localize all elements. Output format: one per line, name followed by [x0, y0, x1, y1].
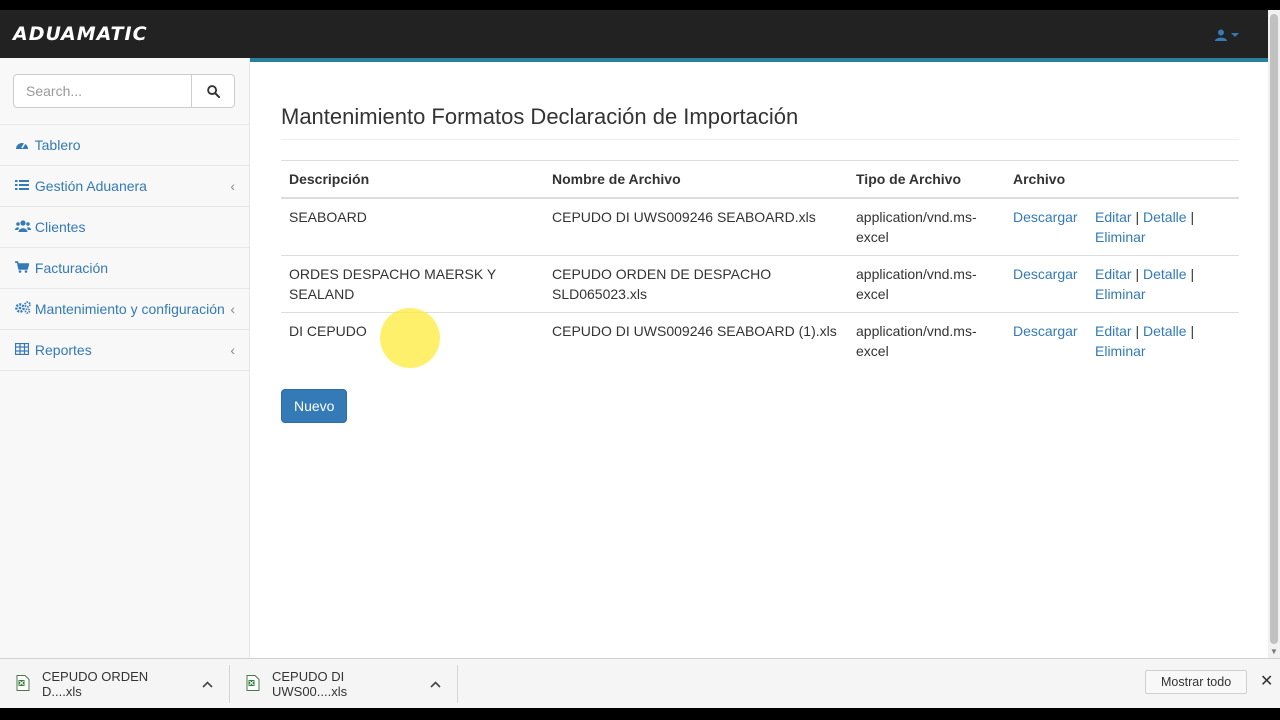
editar-link[interactable]: Editar	[1095, 209, 1132, 225]
sidebar-item-facturacion[interactable]: Facturación	[0, 248, 249, 289]
sidebar-item-reportes[interactable]: Reportes ‹	[0, 330, 249, 371]
cell-descripcion: ORDES DESPACHO MAERSK Y SEALAND	[281, 255, 544, 313]
column-header-archivo: Archivo	[1005, 160, 1087, 199]
cart-icon	[15, 258, 31, 278]
download-item[interactable]: CEPUDO DI UWS00....xls	[230, 665, 458, 703]
sidebar-item-label: Mantenimiento y configuración	[34, 301, 225, 317]
column-header-descripcion: Descripción	[281, 160, 544, 199]
cell-tipo: application/vnd.ms-excel	[848, 255, 1005, 313]
cell-archivo: Descargar	[1005, 197, 1087, 256]
download-filename: CEPUDO ORDEN D....xls	[42, 669, 149, 699]
new-button[interactable]: Nuevo	[281, 389, 348, 423]
excel-file-icon	[246, 674, 260, 694]
letterbox-top	[0, 0, 1280, 10]
action-separator: |	[1135, 266, 1140, 282]
brand-logo[interactable]: ADUAMATIC	[13, 22, 148, 46]
eliminar-link[interactable]: Eliminar	[1095, 229, 1146, 245]
scrollbar-thumb[interactable]	[1270, 14, 1278, 644]
search-input[interactable]	[13, 74, 192, 108]
cell-actions: Editar | Detalle | Eliminar	[1087, 312, 1239, 369]
search-icon	[206, 84, 220, 98]
list-icon	[15, 176, 31, 196]
column-header-tipo: Tipo de Archivo	[848, 160, 1005, 199]
main-content: Mantenimiento Formatos Declaración de Im…	[250, 62, 1268, 658]
eliminar-link[interactable]: Eliminar	[1095, 286, 1146, 302]
close-icon[interactable]: ✕	[1260, 671, 1273, 691]
editar-link[interactable]: Editar	[1095, 266, 1132, 282]
cogs-icon	[15, 299, 31, 319]
scroll-down-arrow-icon[interactable]: ▼	[1270, 647, 1278, 656]
detalle-link[interactable]: Detalle	[1143, 323, 1187, 339]
chevron-left-icon: ‹	[230, 178, 235, 194]
sidebar: Tablero Gestión Aduanera ‹ Clientes Fact…	[0, 58, 250, 658]
detalle-link[interactable]: Detalle	[1143, 209, 1187, 225]
cell-archivo: Descargar	[1005, 255, 1087, 313]
column-header-nombre: Nombre de Archivo	[544, 160, 848, 199]
download-filename: CEPUDO DI UWS00....xls	[272, 669, 348, 699]
cell-nombre: CEPUDO ORDEN DE DESPACHO SLD065023.xls	[544, 255, 848, 313]
downloads-bar: CEPUDO ORDEN D....xls CEPUDO DI UWS00...…	[0, 658, 1280, 708]
column-header-actions	[1087, 160, 1239, 199]
sidebar-item-tablero[interactable]: Tablero	[0, 125, 249, 166]
search-button[interactable]	[191, 74, 235, 108]
action-separator: |	[1190, 209, 1195, 225]
chevron-up-icon[interactable]	[430, 677, 441, 691]
action-separator: |	[1190, 323, 1195, 339]
table-row: SEABOARD CEPUDO DI UWS009246 SEABOARD.xl…	[281, 197, 1239, 256]
cell-descripcion: DI CEPUDO	[281, 312, 544, 369]
table-row: DI CEPUDO CEPUDO DI UWS009246 SEABOARD (…	[281, 312, 1239, 369]
cell-actions: Editar | Detalle | Eliminar	[1087, 197, 1239, 256]
user-icon	[1214, 29, 1227, 41]
title-divider	[281, 139, 1239, 140]
download-item[interactable]: CEPUDO ORDEN D....xls	[0, 665, 230, 703]
sidebar-item-label: Reportes	[34, 342, 92, 358]
chevron-left-icon: ‹	[230, 342, 235, 358]
show-all-downloads-button[interactable]: Mostrar todo	[1145, 670, 1248, 694]
user-menu[interactable]	[1214, 24, 1240, 44]
cell-descripcion: SEABOARD	[281, 197, 544, 256]
users-icon	[15, 217, 31, 237]
sidebar-item-gestion-aduanera[interactable]: Gestión Aduanera ‹	[0, 166, 249, 207]
top-navbar: ADUAMATIC	[0, 10, 1268, 58]
sidebar-item-label: Clientes	[34, 219, 86, 235]
excel-file-icon	[16, 674, 30, 694]
letterbox-bottom	[0, 708, 1280, 720]
sidebar-item-label: Facturación	[34, 260, 109, 276]
action-separator: |	[1135, 323, 1140, 339]
dashboard-icon	[15, 135, 31, 155]
chevron-left-icon: ‹	[230, 301, 235, 317]
sidebar-menu: Tablero Gestión Aduanera ‹ Clientes Fact…	[0, 124, 249, 371]
table-icon	[14, 340, 31, 360]
table-row: ORDES DESPACHO MAERSK Y SEALAND CEPUDO O…	[281, 255, 1239, 313]
cell-archivo: Descargar	[1005, 312, 1087, 369]
cell-tipo: application/vnd.ms-excel	[848, 312, 1005, 369]
action-separator: |	[1190, 266, 1195, 282]
formats-table: Descripción Nombre de Archivo Tipo de Ar…	[281, 160, 1239, 369]
page-title: Mantenimiento Formatos Declaración de Im…	[281, 104, 799, 129]
descargar-link[interactable]: Descargar	[1013, 266, 1078, 282]
sidebar-item-clientes[interactable]: Clientes	[0, 207, 249, 248]
cell-nombre: CEPUDO DI UWS009246 SEABOARD.xls	[544, 197, 848, 256]
search-group	[13, 74, 235, 108]
cell-nombre: CEPUDO DI UWS009246 SEABOARD (1).xls	[544, 312, 848, 369]
cell-tipo: application/vnd.ms-excel	[848, 197, 1005, 256]
caret-down-icon	[1231, 32, 1239, 37]
detalle-link[interactable]: Detalle	[1143, 266, 1187, 282]
vertical-scrollbar[interactable]: ▼	[1268, 10, 1280, 658]
sidebar-item-mantenimiento[interactable]: Mantenimiento y configuración ‹	[0, 289, 249, 330]
browser-viewport: ADUAMATIC Tablero Gestión Aduanera ‹	[0, 0, 1280, 720]
cell-actions: Editar | Detalle | Eliminar	[1087, 255, 1239, 313]
descargar-link[interactable]: Descargar	[1013, 323, 1078, 339]
table-header-row: Descripción Nombre de Archivo Tipo de Ar…	[281, 160, 1239, 199]
descargar-link[interactable]: Descargar	[1013, 209, 1078, 225]
action-separator: |	[1135, 209, 1140, 225]
chevron-up-icon[interactable]	[202, 677, 213, 691]
eliminar-link[interactable]: Eliminar	[1095, 343, 1146, 359]
editar-link[interactable]: Editar	[1095, 323, 1132, 339]
sidebar-item-label: Gestión Aduanera	[34, 178, 147, 194]
sidebar-item-label: Tablero	[34, 137, 81, 153]
